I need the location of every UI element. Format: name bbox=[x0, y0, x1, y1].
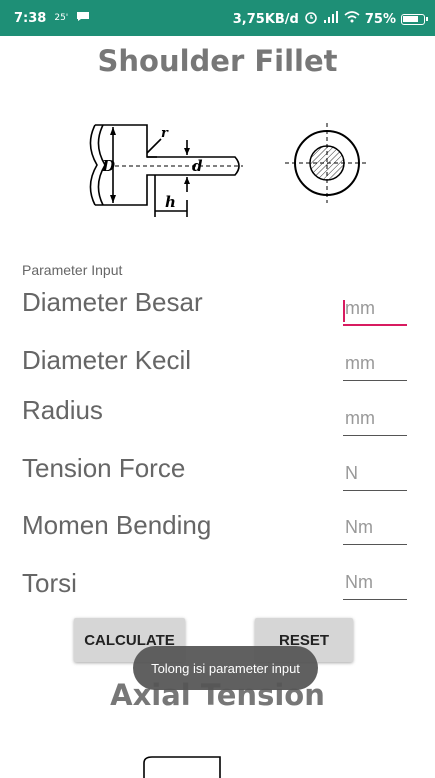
diameter-kecil-unit: mm bbox=[345, 353, 375, 373]
wifi-icon bbox=[344, 11, 360, 27]
battery-percent: 75% bbox=[364, 11, 396, 27]
momen-bending-label: Momen Bending bbox=[22, 510, 212, 540]
diameter-besar-input[interactable]: mm bbox=[343, 298, 407, 326]
text-cursor bbox=[343, 300, 345, 322]
shoulder-fillet-diagram: D d h r bbox=[89, 123, 369, 217]
status-time: 7:38 bbox=[14, 10, 47, 26]
tension-force-unit: N bbox=[345, 463, 358, 483]
radius-input[interactable]: mm bbox=[343, 408, 407, 436]
status-small-indicator: 25' bbox=[54, 13, 69, 23]
diameter-kecil-label: Diameter Kecil bbox=[22, 345, 192, 375]
diameter-besar-label: Diameter Besar bbox=[22, 287, 203, 317]
diagram-label-d: d bbox=[192, 157, 203, 175]
momen-bending-input[interactable]: Nm bbox=[343, 517, 407, 545]
diagram-label-D: D bbox=[101, 157, 115, 175]
diagram-label-r: r bbox=[161, 126, 169, 141]
diagram-label-h: h bbox=[165, 193, 176, 211]
notification-icon bbox=[76, 10, 90, 26]
radius-unit: mm bbox=[345, 408, 375, 428]
signal-icon bbox=[323, 11, 339, 27]
momen-bending-unit: Nm bbox=[345, 517, 373, 537]
alarm-icon bbox=[304, 10, 318, 28]
battery-icon bbox=[401, 13, 428, 25]
radius-label: Radius bbox=[22, 395, 103, 425]
torsi-input[interactable]: Nm bbox=[343, 572, 407, 600]
torsi-unit: Nm bbox=[345, 572, 373, 592]
network-speed: 3,75KB/d bbox=[232, 11, 299, 27]
tension-force-label: Tension Force bbox=[22, 453, 186, 483]
status-bar: 7:38 25' 3,75KB/d 75% bbox=[0, 0, 435, 36]
diameter-kecil-input[interactable]: mm bbox=[343, 353, 407, 381]
axial-tension-diagram bbox=[143, 756, 221, 778]
toast-message: Tolong isi parameter input bbox=[133, 646, 318, 690]
torsi-label: Torsi bbox=[22, 568, 77, 598]
tension-force-input[interactable]: N bbox=[343, 463, 407, 491]
diameter-besar-unit: mm bbox=[345, 298, 375, 318]
page-title: Shoulder Fillet bbox=[97, 44, 338, 78]
parameter-input-label: Parameter Input bbox=[22, 262, 123, 278]
